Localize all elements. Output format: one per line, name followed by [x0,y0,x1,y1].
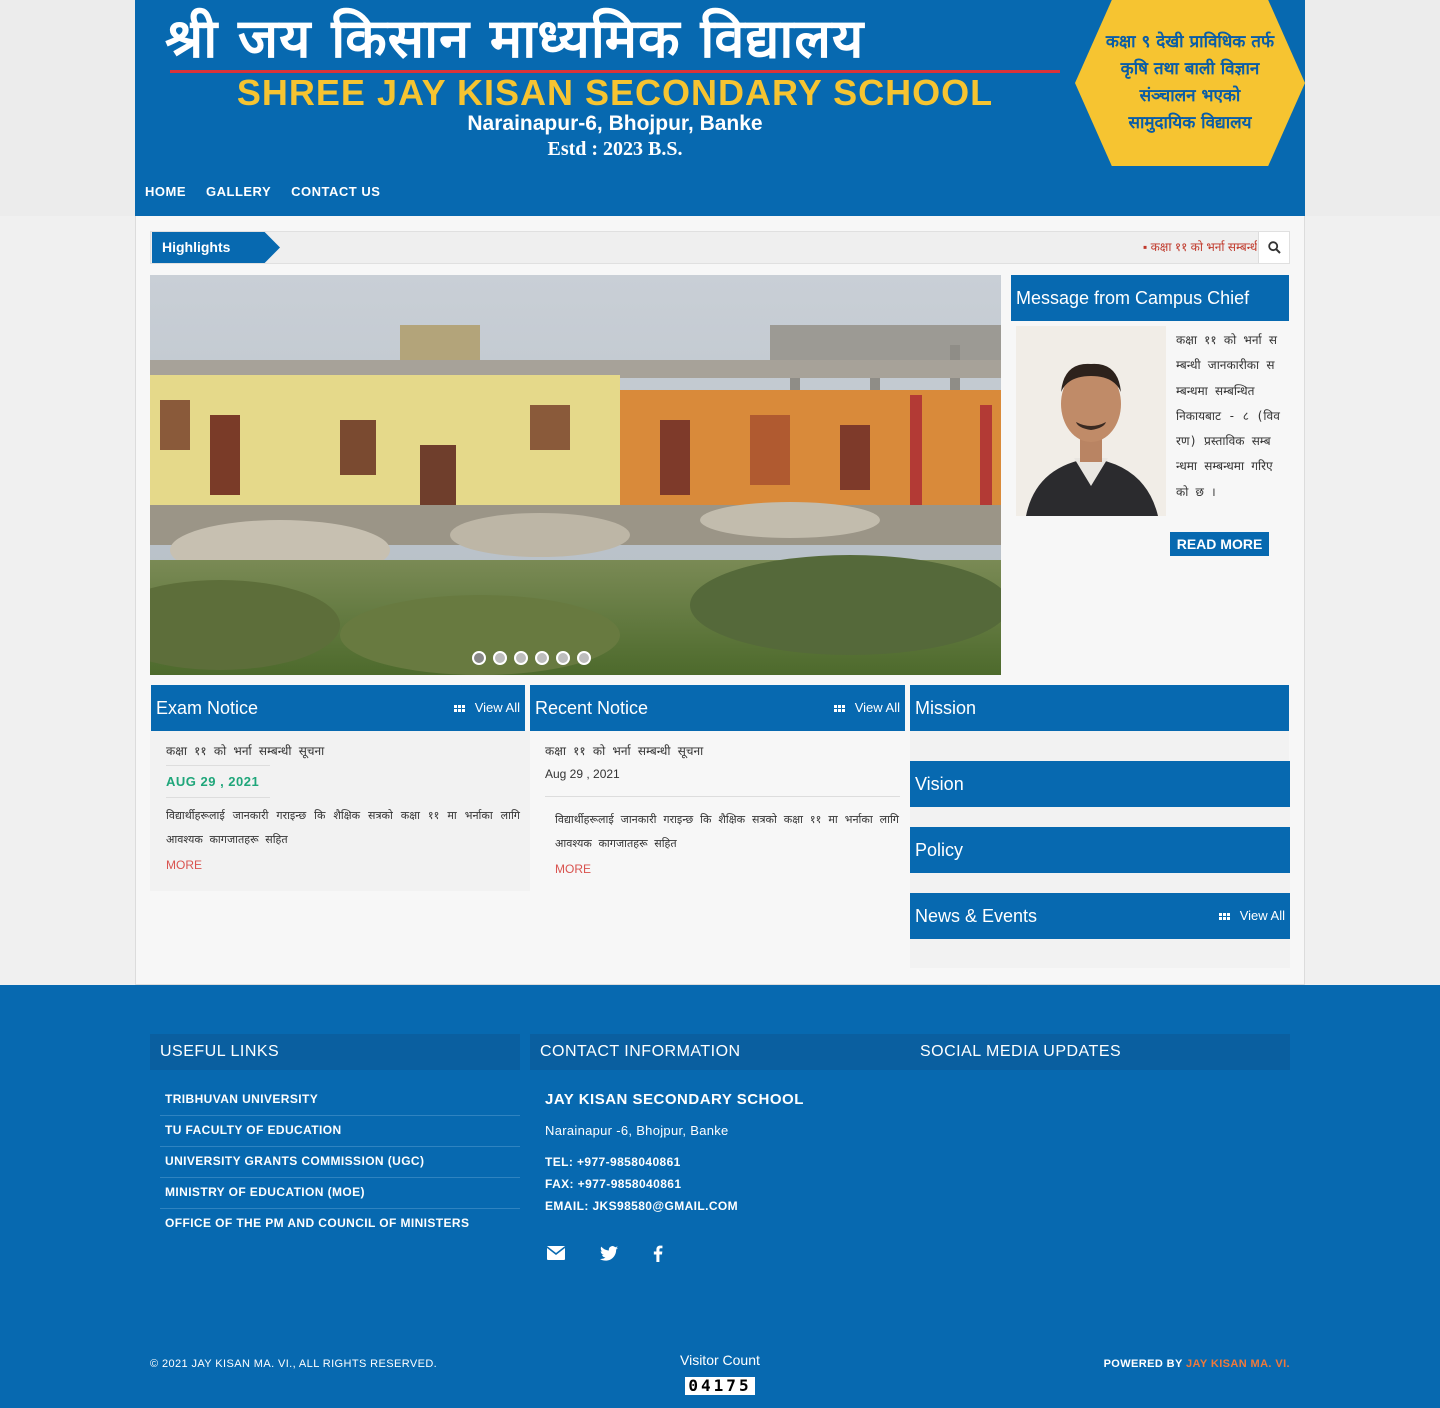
exam-view-all-label: View All [474,700,520,715]
footer-link[interactable]: OFFICE OF THE PM AND COUNCIL OF MINISTER… [165,1216,520,1230]
mission-title: Mission [915,698,977,718]
badge-hexagon: कक्षा ९ देखी प्राविधिक तर्फ कृषि तथा बाल… [1075,0,1305,166]
envelope-icon[interactable] [544,1243,568,1263]
established-date: Estd : 2023 B.S. [547,138,683,160]
news-body [910,939,1290,968]
twitter-icon[interactable] [597,1243,621,1263]
slider-dots [472,651,591,665]
divider [545,796,900,797]
policy-body [910,873,1290,893]
copyright: © 2021 JAY KISAN MA. VI., ALL RIGHTS RES… [150,1358,438,1370]
badge-text: कक्षा ९ देखी प्राविधिक तर्फ कृषि तथा बाल… [1105,32,1275,133]
divider [160,1177,520,1178]
slider-dot[interactable] [556,651,570,665]
footer-link[interactable]: MINISTRY OF EDUCATION (MOE) [165,1185,520,1199]
divider [166,765,270,766]
grid-icon [1218,912,1230,920]
useful-links-title: USEFUL LINKS [150,1034,520,1070]
news-header: News & Events View All [910,893,1290,939]
divider [160,1146,520,1147]
contact-tel: TEL: +977-9858040861 [545,1155,681,1169]
nav-gallery[interactable]: GALLERY [206,184,271,199]
slider-dot[interactable] [535,651,549,665]
mission-header: Mission [910,685,1289,731]
divider [166,797,270,798]
news-view-all-link[interactable]: View All [1218,893,1285,939]
nav-home[interactable]: HOME [145,184,186,199]
contact-info-title: CONTACT INFORMATION [530,1034,910,1070]
school-title-english: SHREE JAY KISAN SECONDARY SCHOOL [236,72,994,113]
exam-view-all-link[interactable]: View All [453,685,520,731]
news-title: News & Events [915,906,1038,926]
school-building-photo [150,275,1001,675]
highlights-ticker[interactable]: ▪ कक्षा ११ को भर्ना सम्बन्धी [1143,232,1257,263]
policy-header: Policy [910,827,1290,873]
read-more-button[interactable]: READ MORE [1170,532,1269,556]
visitor-count-value: 04175 [685,1377,755,1395]
recent-notice-desc: विद्यार्थीहरूलाई जानकारी गराइन्छ कि शैक्… [555,813,899,850]
social-media-title: SOCIAL MEDIA UPDATES [910,1034,1290,1070]
main-nav: HOME GALLERY CONTACT US [135,166,1305,216]
search-icon[interactable] [1258,232,1289,263]
powered-by-label: POWERED BY [1103,1358,1186,1370]
bottom-bar [0,1336,1440,1408]
vision-title: Vision [915,774,964,794]
image-slider[interactable] [150,275,1001,675]
contact-school-name: JAY KISAN SECONDARY SCHOOL [545,1091,804,1108]
footer-link[interactable]: TU FACULTY OF EDUCATION [165,1123,520,1137]
nav-contact-us[interactable]: CONTACT US [291,184,380,199]
powered-by-link[interactable]: JAY KISAN MA. VI. [1186,1358,1290,1370]
contact-email[interactable]: EMAIL: JKS98580@GMAIL.COM [545,1199,738,1213]
school-title-devanagari: श्री जय किसान माध्यमिक विद्यालय [165,6,865,70]
grid-icon [833,704,845,712]
slider-dot[interactable] [493,651,507,665]
divider [160,1115,520,1116]
grid-icon [453,704,465,712]
policy-title: Policy [915,840,964,860]
slider-dot[interactable] [472,651,486,665]
vision-header: Vision [910,761,1290,807]
message-title: Message from Campus Chief [1011,275,1289,321]
recent-notice-item-title[interactable]: कक्षा ११ को भर्ना सम्बन्धी सूचना [545,742,703,759]
header-banner: श्री जय किसान माध्यमिक विद्यालय SHREE JA… [135,0,1305,166]
mission-body [910,731,1289,761]
vision-body [910,807,1290,827]
powered-by: POWERED BY JAY KISAN MA. VI. [1104,1358,1290,1370]
recent-notice-date: Aug 29 , 2021 [545,767,620,781]
slider-dot[interactable] [514,651,528,665]
visitor-counter: 04175 [668,1377,772,1395]
footer-link[interactable]: UNIVERSITY GRANTS COMMISSION (UGC) [165,1154,520,1168]
recent-notice-title: Recent Notice [535,698,649,718]
exam-notice-item-title[interactable]: कक्षा ११ को भर्ना सम्बन्धी सूचना [166,742,324,759]
recent-view-all-label: View All [854,700,900,715]
exam-notice-desc: विद्यार्थीहरूलाई जानकारी गराइन्छ कि शैक्… [166,809,520,846]
school-address: Narainapur-6, Bhojpur, Banke [467,112,763,135]
facebook-icon[interactable] [646,1243,670,1263]
news-view-all-label: View All [1239,908,1285,923]
recent-notice-header: Recent Notice View All [530,685,905,731]
slider-dot[interactable] [577,651,591,665]
exam-notice-header: Exam Notice View All [151,685,525,731]
contact-address: Narainapur -6, Bhojpur, Banke [545,1123,729,1138]
recent-notice-more-link[interactable]: MORE [555,862,591,876]
recent-view-all-link[interactable]: View All [833,685,900,731]
contact-fax: FAX: +977-9858040861 [545,1177,682,1191]
visitor-count-label: Visitor Count [680,1352,760,1368]
exam-notice-title: Exam Notice [156,698,259,718]
exam-notice-date: AUG 29 , 2021 [166,774,260,789]
exam-notice-more-link[interactable]: MORE [166,858,202,872]
highlights-label: Highlights [152,232,280,263]
divider [160,1208,520,1209]
highlights-bar: Highlights ▪ कक्षा ११ को भर्ना सम्बन्धी [150,231,1290,264]
message-text: कक्षा ११ को भर्ना सम्बन्धी जानकारीका सम्… [1176,333,1280,499]
footer-link[interactable]: TRIBHUVAN UNIVERSITY [165,1092,520,1106]
chief-photo [1016,326,1166,516]
